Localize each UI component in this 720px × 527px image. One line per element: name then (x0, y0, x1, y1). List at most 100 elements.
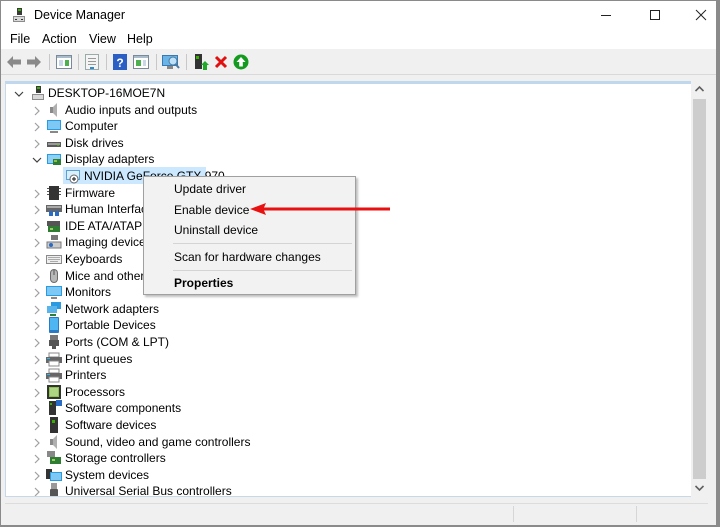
chevron-right-icon[interactable] (32, 305, 42, 315)
tree-root-label[interactable]: DESKTOP-16MOE7N (48, 86, 165, 100)
vertical-scrollbar[interactable] (691, 81, 708, 497)
camera-icon (46, 235, 62, 249)
chevron-right-icon[interactable] (32, 454, 42, 464)
chevron-down-icon[interactable] (32, 155, 42, 165)
show-hide-console-tree-button[interactable] (55, 53, 73, 71)
tree-category-label[interactable]: Printers (65, 368, 106, 382)
chevron-right-icon[interactable] (32, 371, 42, 381)
menu-help[interactable]: Help (127, 32, 153, 46)
tree-category-label[interactable]: Ports (COM & LPT) (65, 335, 169, 349)
help-icon: ? (113, 54, 127, 70)
help-button[interactable]: ? (111, 53, 129, 71)
chevron-right-icon[interactable] (32, 272, 42, 282)
chevron-right-icon[interactable] (32, 106, 42, 116)
software-device-icon (50, 417, 58, 433)
menu-view[interactable]: View (89, 32, 116, 46)
chevron-right-icon[interactable] (32, 487, 42, 497)
toolbar-separator (186, 54, 187, 70)
tree-category-label[interactable]: Storage controllers (65, 451, 166, 465)
printer-icon (46, 368, 62, 383)
chevron-right-icon[interactable] (32, 189, 42, 199)
speaker-icon (50, 103, 57, 117)
update-driver-button[interactable] (192, 53, 210, 71)
uninstall-x-icon (214, 55, 228, 69)
status-bar (5, 503, 708, 523)
system-devices-icon (46, 469, 62, 481)
chevron-right-icon[interactable] (32, 255, 42, 265)
toolbar-separator (78, 54, 79, 70)
update-driver-icon (195, 54, 209, 70)
tree-category-label[interactable]: Display adapters (65, 152, 154, 166)
tree-category-label[interactable]: Firmware (65, 186, 115, 200)
scroll-down-icon[interactable] (695, 485, 704, 492)
chevron-right-icon[interactable] (32, 421, 42, 431)
enable-device-icon (233, 54, 249, 70)
forward-button[interactable] (25, 53, 43, 71)
scroll-up-icon[interactable] (695, 85, 704, 92)
mouse-icon (50, 269, 58, 283)
back-arrow-icon (7, 56, 21, 68)
chevron-right-icon[interactable] (32, 222, 42, 232)
tree-category-label[interactable]: Audio inputs and outputs (65, 103, 197, 117)
properties-toolbar-button[interactable] (83, 53, 101, 71)
ctx-uninstall-device[interactable]: Uninstall device (174, 223, 258, 237)
storage-controller-icon (47, 451, 61, 464)
back-button[interactable] (5, 53, 23, 71)
chevron-right-icon[interactable] (32, 321, 42, 331)
menu-file[interactable]: File (10, 32, 30, 46)
chevron-right-icon[interactable] (32, 122, 42, 132)
ctx-update-driver[interactable]: Update driver (174, 182, 246, 196)
scan-hardware-button[interactable] (162, 53, 180, 71)
chevron-right-icon[interactable] (32, 338, 42, 348)
chevron-right-icon[interactable] (32, 438, 42, 448)
scrollbar-thumb[interactable] (693, 99, 706, 479)
tree-category-label[interactable]: Processors (65, 385, 125, 399)
tree-category-label[interactable]: Print queues (65, 352, 132, 366)
tree-category-label[interactable]: Software components (65, 401, 181, 415)
network-adapter-icon (47, 302, 61, 316)
tree-category-label[interactable]: Imaging devices (65, 235, 152, 249)
tree-category-label[interactable]: Keyboards (65, 252, 122, 266)
tree-category-label[interactable]: Computer (65, 119, 118, 133)
processor-icon (47, 385, 61, 399)
chevron-right-icon[interactable] (32, 388, 42, 398)
chevron-down-icon[interactable] (14, 89, 24, 99)
chevron-right-icon[interactable] (32, 238, 42, 248)
port-icon (49, 335, 59, 349)
device-tree[interactable]: DESKTOP-16MOE7N Audio inputs and outputs C… (5, 81, 708, 497)
show-action-pane-button[interactable] (132, 53, 150, 71)
ctx-scan-hardware-changes[interactable]: Scan for hardware changes (174, 250, 321, 264)
tree-category-label[interactable]: Software devices (65, 418, 156, 432)
chevron-right-icon[interactable] (32, 355, 42, 365)
enable-device-button[interactable] (232, 53, 250, 71)
tree-category-label[interactable]: Network adapters (65, 302, 159, 316)
uninstall-device-button[interactable] (212, 53, 230, 71)
menu-action[interactable]: Action (42, 32, 77, 46)
chevron-right-icon[interactable] (32, 205, 42, 215)
tree-category-label[interactable]: Monitors (65, 285, 111, 299)
computer-icon (47, 120, 61, 133)
maximize-icon (650, 10, 660, 20)
hid-icon (46, 205, 62, 216)
minimize-button[interactable] (583, 1, 629, 29)
close-button[interactable] (678, 1, 720, 29)
title-bar[interactable]: Device Manager (1, 1, 716, 29)
tree-category-label[interactable]: Sound, video and game controllers (65, 435, 250, 449)
minimize-icon (601, 15, 611, 16)
tree-category-label[interactable]: System devices (65, 468, 149, 482)
chevron-right-icon[interactable] (32, 139, 42, 149)
ctx-properties[interactable]: Properties (174, 276, 233, 290)
scan-hardware-icon (162, 55, 180, 69)
chevron-right-icon[interactable] (32, 288, 42, 298)
window-title: Device Manager (34, 8, 126, 22)
close-icon (695, 9, 707, 21)
chevron-right-icon[interactable] (32, 404, 42, 414)
chevron-right-icon[interactable] (32, 471, 42, 481)
tree-category-label[interactable]: Universal Serial Bus controllers (65, 484, 232, 496)
ctx-enable-device[interactable]: Enable device (174, 203, 249, 217)
status-bar-divider (513, 506, 514, 522)
maximize-button[interactable] (632, 1, 678, 29)
firmware-icon (47, 186, 61, 200)
tree-category-label[interactable]: Disk drives (65, 136, 124, 150)
tree-category-label[interactable]: Portable Devices (65, 318, 156, 332)
